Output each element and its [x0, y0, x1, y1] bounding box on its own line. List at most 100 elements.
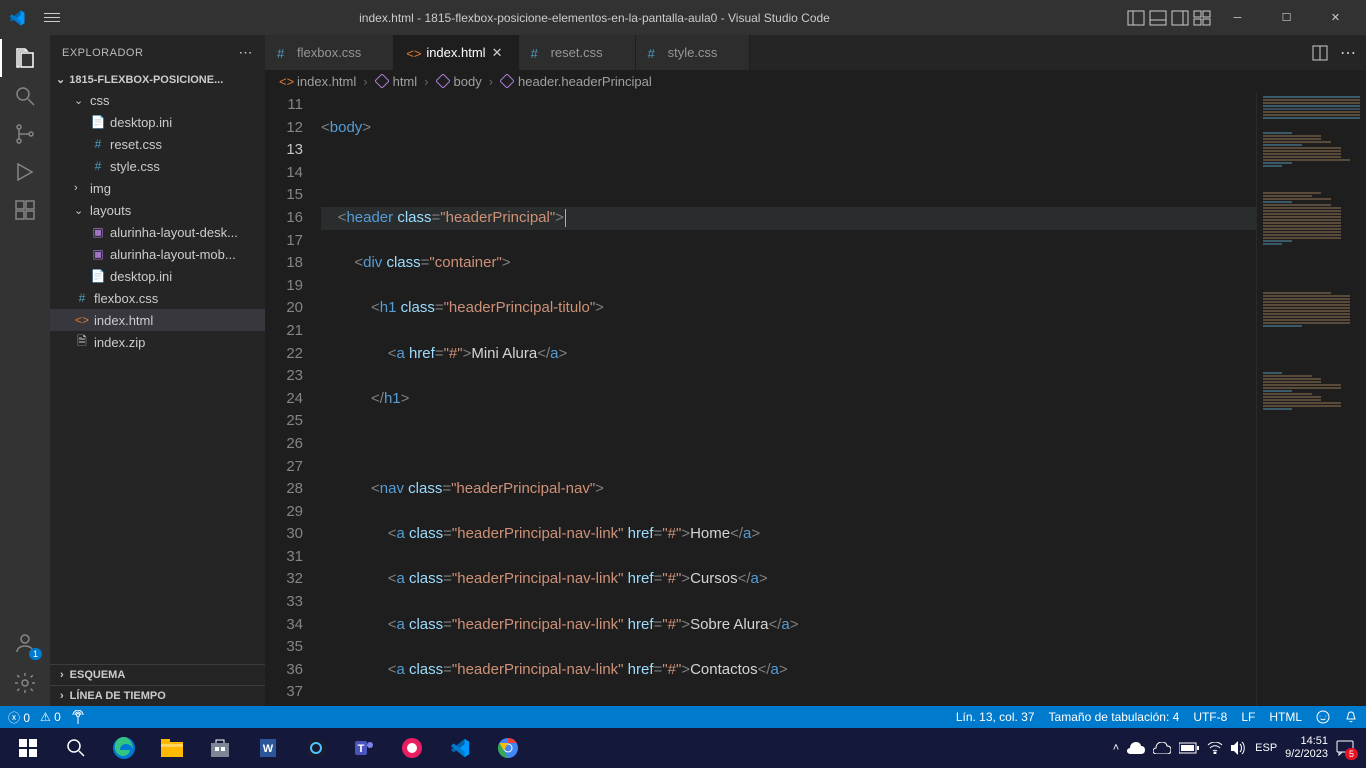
taskbar-language[interactable]: ESP: [1255, 742, 1277, 754]
css-file-icon: #: [90, 158, 106, 174]
timeline-section[interactable]: ›LÍNEA DE TIEMPO: [50, 685, 265, 706]
file-flexbox-css[interactable]: #flexbox.css: [50, 287, 265, 309]
settings-gear-icon[interactable]: [12, 670, 38, 696]
layout-panel-bottom-icon[interactable]: [1149, 10, 1167, 26]
file-desktop-ini-layouts[interactable]: 📄desktop.ini: [50, 265, 265, 287]
windows-start-button[interactable]: [4, 728, 52, 768]
tab-reset-css[interactable]: #reset.css✕: [519, 35, 636, 70]
breadcrumb-body[interactable]: body: [454, 74, 482, 89]
window-close-button[interactable]: ✕: [1313, 0, 1358, 35]
line-numbers: 1112131415161718192021222324252627282930…: [265, 92, 321, 706]
explorer-more-icon[interactable]: ⋯: [239, 44, 254, 61]
status-encoding[interactable]: UTF-8: [1193, 710, 1227, 724]
taskbar-teams-icon[interactable]: T: [340, 728, 388, 768]
layout-customize-icon[interactable]: [1193, 10, 1211, 26]
tab-index-html[interactable]: <>index.html✕: [394, 35, 518, 70]
taskbar-edge-icon[interactable]: [100, 728, 148, 768]
symbol-icon: [375, 74, 389, 88]
taskbar-wifi-icon[interactable]: [1207, 742, 1223, 754]
taskbar-cloud-icon[interactable]: [1153, 742, 1171, 754]
taskbar-explorer-icon[interactable]: [148, 728, 196, 768]
file-reset-css[interactable]: #reset.css: [50, 133, 265, 155]
html-file-icon: <>: [406, 46, 420, 60]
windows-search-icon[interactable]: [52, 728, 100, 768]
window-minimize-button[interactable]: ─: [1215, 0, 1260, 35]
status-bar: ⓧ 0 ⚠ 0 Lín. 13, col. 37 Tamaño de tabul…: [0, 706, 1366, 728]
code-content[interactable]: <body> <header class="headerPrincipal"> …: [321, 92, 1366, 706]
css-file-icon: #: [74, 290, 90, 306]
breadcrumb[interactable]: <> index.html › html › body › header.hea…: [265, 70, 1366, 92]
image-file-icon: ▣: [90, 224, 106, 240]
svg-text:W: W: [263, 743, 274, 755]
source-control-icon[interactable]: [12, 121, 38, 147]
extensions-icon[interactable]: [12, 197, 38, 223]
file-index-html[interactable]: <>index.html: [50, 309, 265, 331]
file-alurinha-mob[interactable]: ▣alurinha-layout-mob...: [50, 243, 265, 265]
taskbar-onedrive-icon[interactable]: [1127, 742, 1145, 754]
breadcrumb-html[interactable]: html: [393, 74, 418, 89]
explorer-icon[interactable]: [12, 45, 38, 71]
breadcrumb-file[interactable]: index.html: [297, 74, 356, 89]
file-style-css[interactable]: #style.css: [50, 155, 265, 177]
symbol-icon: [500, 74, 514, 88]
svg-text:T: T: [358, 743, 365, 755]
tab-flexbox-css[interactable]: #flexbox.css✕: [265, 35, 394, 70]
window-maximize-button[interactable]: ☐: [1264, 0, 1309, 35]
status-tab-size[interactable]: Tamaño de tabulación: 4: [1049, 710, 1180, 724]
outline-section[interactable]: ›ESQUEMA: [50, 664, 265, 685]
minimap[interactable]: [1256, 92, 1366, 706]
status-errors[interactable]: ⓧ 0: [8, 709, 30, 726]
file-alurinha-desk[interactable]: ▣alurinha-layout-desk...: [50, 221, 265, 243]
taskbar-app-icon[interactable]: [388, 728, 436, 768]
editor-area: #flexbox.css✕ <>index.html✕ #reset.css✕ …: [265, 35, 1366, 706]
file-index-zip[interactable]: 🗎index.zip: [50, 331, 265, 353]
close-icon[interactable]: ✕: [492, 45, 506, 61]
symbol-icon: [436, 74, 450, 88]
status-language[interactable]: HTML: [1269, 710, 1302, 724]
css-file-icon: #: [90, 136, 106, 152]
status-warnings[interactable]: ⚠ 0: [40, 710, 61, 724]
taskbar-copilot-icon[interactable]: [292, 728, 340, 768]
run-debug-icon[interactable]: [12, 159, 38, 185]
taskbar-chrome-icon[interactable]: [484, 728, 532, 768]
title-bar: index.html - 1815-flexbox-posicione-elem…: [0, 0, 1366, 35]
status-cursor-position[interactable]: Lín. 13, col. 37: [956, 710, 1035, 724]
search-icon[interactable]: [12, 83, 38, 109]
folder-img[interactable]: ›img: [50, 177, 265, 199]
taskbar-vscode-icon[interactable]: [436, 728, 484, 768]
account-icon[interactable]: 1: [12, 630, 38, 656]
layout-panel-left-icon[interactable]: [1127, 10, 1145, 26]
taskbar-clock[interactable]: 14:51 9/2/2023: [1285, 735, 1328, 761]
project-root[interactable]: ⌄1815-FLEXBOX-POSICIONE...: [50, 70, 265, 89]
editor-tabs: #flexbox.css✕ <>index.html✕ #reset.css✕ …: [265, 35, 1366, 70]
status-feedback-icon[interactable]: [1316, 710, 1330, 724]
activity-bar: 1: [0, 35, 50, 706]
css-file-icon: #: [277, 46, 291, 60]
taskbar-store-icon[interactable]: [196, 728, 244, 768]
status-notifications-icon[interactable]: [1344, 710, 1358, 724]
taskbar-volume-icon[interactable]: [1231, 741, 1247, 755]
explorer-title: EXPLORADOR: [62, 47, 143, 59]
taskbar-battery-icon[interactable]: [1179, 742, 1199, 754]
layout-panel-right-icon[interactable]: [1171, 10, 1189, 26]
tab-style-css[interactable]: #style.css✕: [636, 35, 751, 70]
code-editor[interactable]: 1112131415161718192021222324252627282930…: [265, 92, 1366, 706]
taskbar-notifications-icon[interactable]: 5: [1336, 740, 1354, 756]
status-eol[interactable]: LF: [1241, 710, 1255, 724]
html-file-icon: <>: [279, 74, 293, 88]
explorer-sidebar: EXPLORADOR ⋯ ⌄1815-FLEXBOX-POSICIONE... …: [50, 35, 265, 706]
folder-layouts[interactable]: ⌄layouts: [50, 199, 265, 221]
split-editor-icon[interactable]: [1312, 45, 1328, 61]
breadcrumb-header[interactable]: header.headerPrincipal: [518, 74, 652, 89]
hamburger-menu-icon[interactable]: [44, 9, 62, 27]
taskbar-word-icon[interactable]: W: [244, 728, 292, 768]
file-desktop-ini-css[interactable]: 📄desktop.ini: [50, 111, 265, 133]
folder-css[interactable]: ⌄css: [50, 89, 265, 111]
vscode-logo-icon: [8, 9, 26, 27]
windows-taskbar: W T ˄ ESP 14:51 9/2/2023 5: [0, 728, 1366, 768]
more-actions-icon[interactable]: ⋯: [1340, 43, 1356, 63]
taskbar-chevron-up-icon[interactable]: ˄: [1113, 742, 1119, 754]
status-radio-tower-icon[interactable]: [71, 710, 85, 724]
css-file-icon: #: [648, 46, 662, 60]
image-file-icon: ▣: [90, 246, 106, 262]
